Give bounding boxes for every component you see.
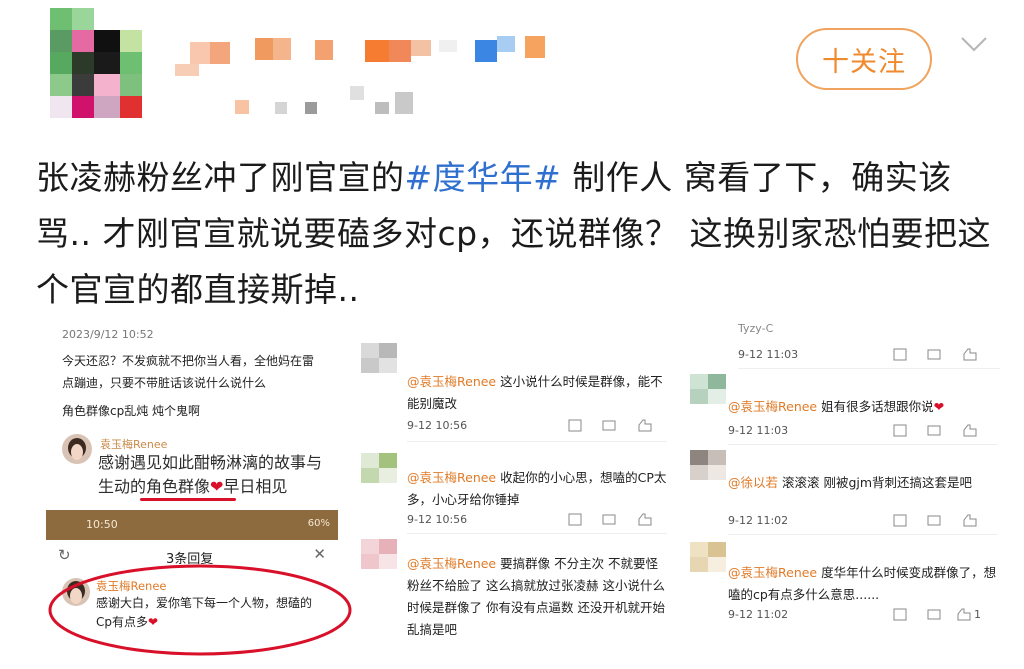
red-circle-annotation: [48, 564, 352, 656]
avatar[interactable]: [50, 8, 142, 120]
phone-time: 10:50: [86, 518, 118, 531]
comment-user[interactable]: @袁玉梅Renee: [407, 556, 496, 571]
hashtag-link[interactable]: #度华年#: [405, 158, 562, 197]
comment: @袁玉梅Renee 度华年什么时候变成群像了，想嗑的cp有点多什么意思.....…: [728, 562, 1000, 606]
timestamp: 2023/9/12 10:52: [62, 328, 154, 341]
handwritten-line-2-text: 生动的角色群像: [98, 477, 211, 496]
comment-user[interactable]: @袁玉梅Renee: [728, 399, 817, 414]
comment-action-icons[interactable]: [567, 419, 657, 433]
blurred-avatar: [690, 450, 726, 480]
comment-action-icons[interactable]: [892, 424, 982, 438]
comment: @袁玉梅Renee 收起你的小心思，想嗑的CP太多，小心牙给你锤掉: [407, 467, 667, 511]
comment-user[interactable]: @徐以若: [728, 475, 778, 490]
fragment-text: Tyzy-C: [738, 322, 774, 335]
comment-text: 滚滚滚 刚被gjm背刺还搞这套是吧: [782, 475, 973, 490]
image-right[interactable]: Tyzy-C 9-12 11:03 @袁玉梅Renee 姐有很多话想跟你说❤ 9…: [684, 322, 1006, 656]
blurred-avatar: [361, 343, 397, 373]
comment-time: 9-12 11:03: [738, 348, 799, 361]
phone-battery: 60%: [307, 518, 330, 529]
comment-time: 9-12 10:56: [407, 419, 468, 432]
comment-time: 9-12 11:02: [728, 514, 789, 527]
comment-time: 9-12 11:02: [728, 608, 789, 621]
comment-action-icons[interactable]: [892, 348, 982, 362]
comment-user[interactable]: @袁玉梅Renee: [407, 470, 496, 485]
red-underline: [140, 498, 236, 501]
phone-status-bar: 10:50 60%: [46, 510, 338, 540]
image-middle[interactable]: @袁玉梅Renee 这小说什么时候是群像，能不能别魔改 9-12 10:56 @…: [355, 333, 675, 655]
comment-time: 9-12 11:03: [728, 424, 789, 437]
comment: @袁玉梅Renee 这小说什么时候是群像，能不能别魔改: [407, 371, 667, 415]
blurred-avatar: [690, 374, 726, 404]
comment-action-icons[interactable]: [892, 514, 982, 528]
comment-text: 姐有很多话想跟你说: [821, 399, 934, 414]
comment-action-icons[interactable]: [567, 513, 657, 527]
post-text-before: 张凌赫粉丝冲了刚官宣的: [36, 158, 405, 197]
complaint-text-2: 角色群像cp乱炖 炖个鬼啊: [62, 404, 201, 418]
chevron-down-icon[interactable]: [960, 30, 988, 58]
heart-icon: ❤: [210, 477, 224, 496]
comment-time: 9-12 10:56: [407, 513, 468, 526]
complaint-text: 今天还忍？不发疯就不把你当人看，全他妈在雷点蹦迪，只要不带脏话该说什么说什么: [62, 354, 315, 390]
username-pixelated[interactable]: [175, 30, 555, 120]
comment: @袁玉梅Renee 要搞群像 不分主次 不就要怪粉丝不给脸了 这么搞就放过张凌赫…: [407, 553, 669, 641]
follow-button-label: 十关注: [822, 46, 906, 78]
heart-icon: ❤: [933, 399, 945, 414]
blurred-avatar: [361, 539, 397, 569]
blurred-avatar: [361, 453, 397, 483]
like-count: 1: [974, 608, 981, 621]
follow-button[interactable]: 十关注: [796, 28, 932, 90]
post-text: 张凌赫粉丝冲了刚官宣的#度华年# 制作人 窝看了下，确实该骂.. 才刚官宣就说要…: [36, 150, 1006, 318]
author-avatar[interactable]: [62, 434, 92, 464]
comment: @徐以若 滚滚滚 刚被gjm背刺还搞这套是吧: [728, 472, 1000, 494]
comment-user[interactable]: @袁玉梅Renee: [407, 374, 496, 389]
comment-action-icons[interactable]: [892, 608, 972, 622]
blurred-avatar: [690, 542, 726, 572]
handwritten-line-3-text: 早日相见: [223, 477, 288, 496]
comment-user[interactable]: @袁玉梅Renee: [728, 565, 817, 580]
comment: @袁玉梅Renee 姐有很多话想跟你说❤: [728, 396, 998, 418]
